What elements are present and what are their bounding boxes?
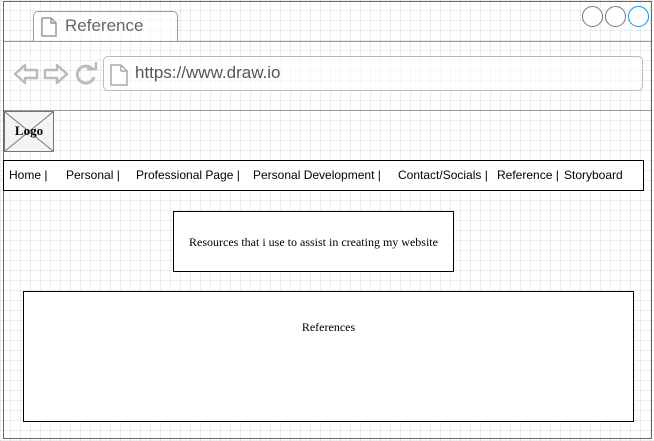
forward-arrow-icon[interactable] <box>43 62 69 91</box>
window-controls <box>580 6 649 27</box>
url-text: https://www.draw.io <box>135 63 281 82</box>
logo-placeholder: Logo <box>4 111 54 152</box>
back-arrow-icon[interactable] <box>13 62 39 91</box>
maximize-button[interactable] <box>605 6 626 27</box>
nav-item-contact-socials[interactable]: Contact/Socials | <box>398 168 488 182</box>
page-icon <box>41 17 57 42</box>
references-box: References <box>23 291 634 422</box>
tab-divider <box>4 41 651 42</box>
nav-item-personal[interactable]: Personal | <box>66 168 120 182</box>
nav-item-personal-development[interactable]: Personal Development | <box>253 168 381 182</box>
resources-box: Resources that i use to assist in creati… <box>173 211 454 272</box>
logo-label: Logo <box>14 123 44 138</box>
references-text: References <box>301 320 356 334</box>
toolbar-divider <box>4 110 651 111</box>
resources-text: Resources that i use to assist in creati… <box>189 235 438 249</box>
reload-icon[interactable] <box>73 62 99 91</box>
nav-item-professional-page[interactable]: Professional Page | <box>136 168 240 182</box>
address-bar[interactable]: https://www.draw.io <box>103 56 643 91</box>
nav-menu: Home | Personal | Professional Page | Pe… <box>3 160 644 191</box>
browser-tab[interactable]: Reference <box>33 11 178 42</box>
close-button[interactable] <box>628 6 649 27</box>
page-icon <box>110 64 128 91</box>
nav-item-reference[interactable]: Reference | <box>497 168 559 182</box>
nav-item-home[interactable]: Home | <box>9 168 47 182</box>
tab-title: Reference <box>65 16 144 35</box>
nav-item-storyboard[interactable]: Storyboard <box>564 168 623 182</box>
minimize-button[interactable] <box>582 6 603 27</box>
